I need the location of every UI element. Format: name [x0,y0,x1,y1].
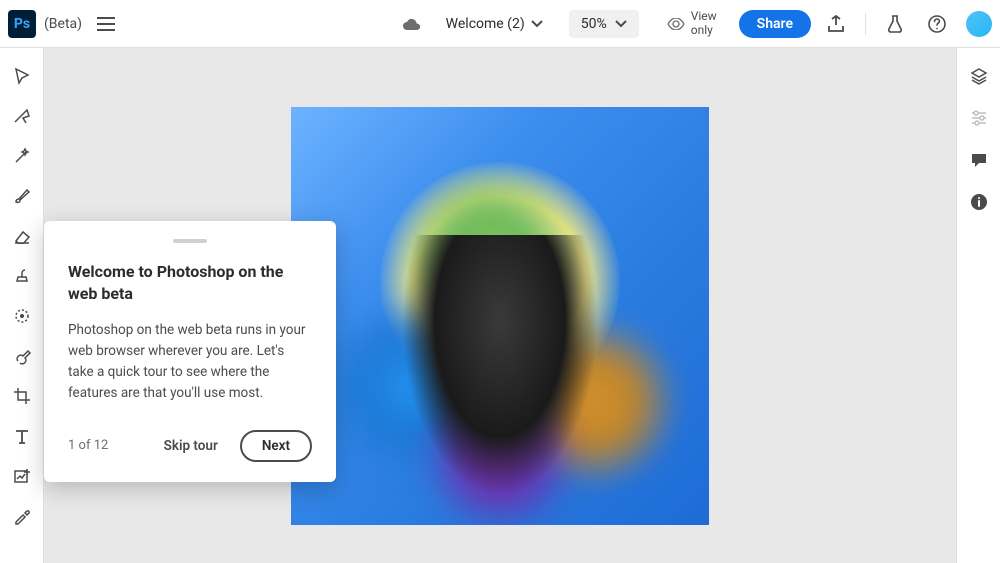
spot-heal-tool[interactable] [7,306,37,326]
beta-label: (Beta) [44,16,82,32]
magic-wand-icon [13,147,31,165]
brush-tool[interactable] [7,186,37,206]
share-button[interactable]: Share [739,10,811,38]
layers-panel-button[interactable] [964,66,994,86]
labs-button[interactable] [878,7,912,41]
left-toolbar [0,48,44,563]
info-icon [970,193,988,211]
gradient-icon [13,347,31,365]
eyedropper-icon [13,507,31,525]
app-header: Ps (Beta) Welcome (2) 50% View only Shar… [0,0,1000,48]
gradient-tool[interactable] [7,346,37,366]
lasso-icon [13,108,31,124]
view-only-indicator: View only [667,10,717,36]
add-image-tool[interactable] [7,466,37,486]
chevron-down-icon [531,20,543,28]
type-icon [14,428,30,444]
zoom-value: 50% [581,16,607,32]
move-tool[interactable] [7,66,37,86]
eraser-icon [13,228,31,244]
hamburger-icon [97,17,115,31]
lasso-tool[interactable] [7,106,37,126]
zoom-selector[interactable]: 50% [569,10,639,38]
tour-body: Photoshop on the web beta runs in your w… [68,320,312,404]
eraser-tool[interactable] [7,226,37,246]
comments-panel-button[interactable] [964,150,994,170]
tour-step-counter: 1 of 12 [68,438,108,453]
document-name: Welcome (2) [446,16,525,32]
tour-title: Welcome to Photoshop on the web beta [68,261,312,304]
info-panel-button[interactable] [964,192,994,212]
hamburger-menu-button[interactable] [90,8,122,40]
next-button[interactable]: Next [240,430,312,462]
comment-icon [970,152,988,168]
document-canvas[interactable] [291,107,709,525]
clone-stamp-tool[interactable] [7,266,37,286]
photoshop-logo-icon: Ps [8,10,36,38]
move-icon [14,67,30,85]
crop-tool[interactable] [7,386,37,406]
crop-icon [13,387,31,405]
user-avatar[interactable] [966,11,992,37]
properties-panel-button[interactable] [964,108,994,128]
layers-icon [970,67,988,85]
beaker-icon [887,15,903,33]
magic-wand-tool[interactable] [7,146,37,166]
document-selector[interactable]: Welcome (2) [436,10,553,38]
export-button[interactable] [819,7,853,41]
help-icon [928,15,946,33]
eyedropper-tool[interactable] [7,506,37,526]
skip-tour-button[interactable]: Skip tour [164,438,218,454]
right-panel [956,48,1000,563]
chevron-down-icon [615,20,627,28]
export-icon [827,15,845,33]
cloud-status-icon [402,17,422,31]
help-button[interactable] [920,7,954,41]
popover-handle[interactable] [173,239,207,243]
eye-icon [667,18,685,30]
clone-stamp-icon [13,267,31,285]
spot-heal-icon [13,307,31,325]
add-image-icon [13,467,31,485]
tour-popover: Welcome to Photoshop on the web beta Pho… [44,221,336,482]
sliders-icon [970,110,988,126]
type-tool[interactable] [7,426,37,446]
brush-icon [13,187,31,205]
